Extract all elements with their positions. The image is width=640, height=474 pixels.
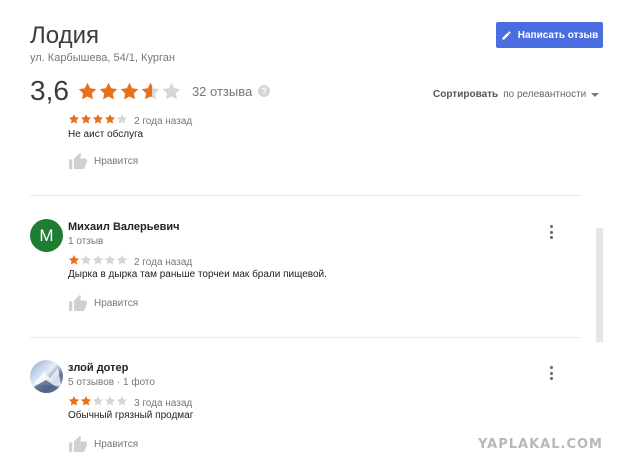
review-text: Дырка в дырка там раньше торчеи мак брал… (68, 269, 327, 280)
place-title: Лодия (30, 22, 99, 49)
scrollbar[interactable] (596, 228, 603, 342)
like-button[interactable]: Нравится (68, 435, 138, 453)
review-author[interactable]: злой дотер (68, 362, 128, 374)
star-icon (105, 396, 115, 406)
thumbs-up-icon (69, 435, 87, 453)
star-icon (81, 396, 91, 406)
review-text: Обычный грязный продмаг (68, 410, 194, 421)
sort-label: Сортировать (433, 89, 499, 100)
star-icon (105, 115, 115, 124)
author-meta: 1 отзыв (68, 236, 104, 247)
review-stars: 2 года назад (68, 115, 192, 130)
star-icon (117, 396, 127, 406)
like-label: Нравится (94, 438, 139, 450)
star-icon (69, 255, 79, 265)
rating-value: 3,6 (30, 75, 69, 106)
more-options-icon[interactable] (547, 225, 555, 239)
author-meta: 5 отзывов · 1 фото (68, 377, 155, 388)
sort-value: по релевантности (503, 89, 587, 100)
sort-dropdown[interactable]: Сортировать по релевантности (433, 89, 600, 100)
star-icon (78, 82, 97, 99)
star-icon (81, 255, 91, 265)
like-label: Нравится (94, 155, 139, 167)
review-text: Не аист обслуга (68, 129, 144, 140)
more-options-icon[interactable] (547, 366, 555, 380)
review-date: 2 года назад (134, 256, 193, 268)
avatar[interactable]: М (30, 219, 63, 252)
write-review-button[interactable]: Написать отзыв (496, 22, 603, 48)
star-icon (69, 396, 79, 406)
star-icon (141, 82, 160, 99)
star-icon (99, 82, 118, 99)
star-icon (162, 82, 181, 99)
like-button[interactable]: Нравится (68, 294, 138, 312)
thumbs-up-icon (69, 152, 87, 170)
star-icon (117, 255, 127, 265)
write-review-label: Написать отзыв (517, 29, 599, 41)
star-icon (69, 115, 79, 124)
review-divider (30, 337, 582, 338)
rating-stars (77, 81, 182, 102)
chevron-down-icon (591, 93, 600, 97)
watermark: YAPLAKAL.COM (478, 437, 603, 452)
avatar[interactable] (30, 360, 63, 393)
rating-summary: 3,6 32 отзыва ? (30, 74, 271, 108)
place-address: ул. Карбышева, 54/1, Курган (30, 52, 175, 64)
review-divider (30, 195, 582, 196)
star-icon (93, 396, 103, 406)
star-icon (117, 115, 127, 124)
reviews-list: 2 года назад Не аист обслуга Нравится М … (0, 115, 640, 474)
thumbs-up-icon (69, 294, 87, 312)
help-icon[interactable]: ? (258, 85, 271, 97)
review-date: 3 года назад (134, 397, 193, 409)
pencil-icon (502, 30, 511, 40)
review-author[interactable]: Михаил Валерьевич (68, 221, 180, 233)
star-icon (120, 82, 139, 99)
star-icon (93, 255, 103, 265)
like-button[interactable]: Нравится (68, 152, 138, 170)
star-icon (93, 115, 103, 124)
like-label: Нравится (94, 297, 139, 309)
avatar-photo (32, 368, 61, 393)
star-icon (81, 115, 91, 124)
review-count[interactable]: 32 отзыва (192, 84, 252, 99)
star-icon (105, 255, 115, 265)
review-date: 2 года назад (134, 115, 193, 127)
